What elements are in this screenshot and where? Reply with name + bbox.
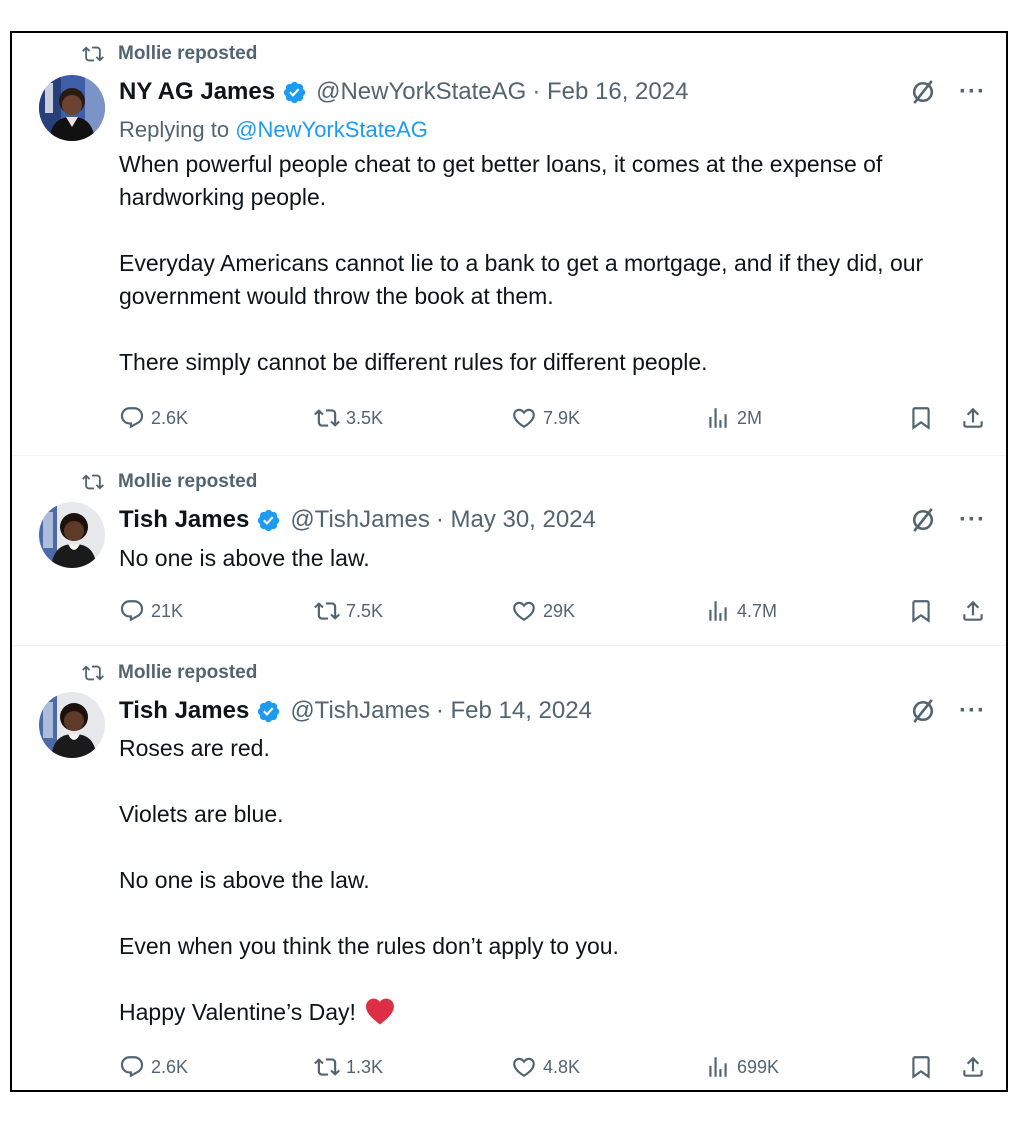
- more-icon[interactable]: ···: [959, 80, 986, 104]
- reply-button[interactable]: 21K: [119, 598, 183, 624]
- avatar[interactable]: [39, 692, 105, 758]
- like-button[interactable]: 4.8K: [511, 1054, 580, 1080]
- repost-icon: [314, 405, 340, 431]
- action-bar: 2.6K 3.5K 7.9K 2M: [119, 403, 986, 433]
- tweet-paragraph: No one is above the law.: [119, 545, 370, 571]
- reply-button[interactable]: 2.6K: [119, 405, 188, 431]
- repost-icon: [314, 1054, 340, 1080]
- repost-count: 7.5K: [346, 600, 384, 621]
- tweet-paragraph: When powerful people cheat to get better…: [119, 151, 883, 210]
- tweet-header: Tish James @TishJames · Feb 14, 2024 ···: [119, 694, 986, 728]
- views-icon: [705, 1054, 731, 1080]
- like-count: 7.9K: [543, 407, 581, 428]
- tweet[interactable]: Mollie reposted Tish James @TishJames · …: [12, 645, 1006, 1092]
- view-count: 4.7M: [737, 600, 778, 621]
- tweet-header: NY AG James @NewYorkStateAG · Feb 16, 20…: [119, 75, 986, 109]
- tweet-text: No one is above the law.: [119, 542, 976, 575]
- tweet-paragraph: There simply cannot be different rules f…: [119, 349, 708, 375]
- reply-icon: [119, 1054, 145, 1080]
- like-count: 29K: [543, 600, 576, 621]
- repost-icon: [314, 598, 340, 624]
- repost-indicator: Mollie reposted: [82, 470, 257, 494]
- repost-button[interactable]: 1.3K: [314, 1054, 383, 1080]
- tweet-paragraph: Violets are blue.: [119, 801, 284, 827]
- reply-count: 21K: [151, 600, 184, 621]
- repost-button[interactable]: 3.5K: [314, 405, 383, 431]
- reply-icon: [119, 598, 145, 624]
- action-bar: 21K 7.5K 29K 4.7M: [119, 596, 986, 626]
- more-icon[interactable]: ···: [959, 699, 986, 723]
- author-name[interactable]: NY AG James: [119, 78, 275, 106]
- red-heart-emoji-icon: [366, 998, 395, 1025]
- like-button[interactable]: 29K: [511, 598, 575, 624]
- replying-handle-link[interactable]: @NewYorkStateAG: [235, 117, 428, 142]
- avatar[interactable]: [39, 502, 105, 568]
- author-name[interactable]: Tish James: [119, 506, 249, 534]
- like-button[interactable]: 7.9K: [511, 405, 580, 431]
- author-handle[interactable]: @NewYorkStateAG: [316, 78, 526, 106]
- grok-icon[interactable]: [909, 697, 937, 725]
- verified-badge-icon[interactable]: [282, 80, 307, 105]
- repost-icon: [82, 471, 104, 493]
- share-icon[interactable]: [960, 405, 986, 431]
- verified-badge-icon[interactable]: [256, 699, 281, 724]
- avatar[interactable]: [39, 75, 105, 141]
- action-bar: 2.6K 1.3K 4.8K 699K: [119, 1052, 986, 1082]
- views-button[interactable]: 699K: [705, 1054, 779, 1080]
- tweet-date[interactable]: · May 30, 2024: [436, 506, 596, 534]
- verified-badge-icon[interactable]: [256, 508, 281, 533]
- repost-button[interactable]: 7.5K: [314, 598, 383, 624]
- repost-indicator: Mollie reposted: [82, 42, 257, 66]
- tweet[interactable]: Mollie reposted NY AG James @NewYorkStat…: [12, 33, 1006, 455]
- reply-button[interactable]: 2.6K: [119, 1054, 188, 1080]
- repost-label: Mollie reposted: [118, 43, 258, 64]
- like-count: 4.8K: [543, 1056, 581, 1077]
- repost-icon: [82, 662, 104, 684]
- replying-to: Replying to @NewYorkStateAG: [119, 117, 428, 143]
- grok-icon[interactable]: [909, 506, 937, 534]
- share-icon[interactable]: [960, 598, 986, 624]
- repost-icon: [82, 43, 104, 65]
- views-icon: [705, 405, 731, 431]
- author-handle[interactable]: @TishJames: [290, 506, 430, 534]
- heart-icon: [511, 1054, 537, 1080]
- tweet-paragraph: Everyday Americans cannot lie to a bank …: [119, 250, 924, 309]
- share-icon[interactable]: [960, 1054, 986, 1080]
- repost-indicator: Mollie reposted: [82, 661, 257, 685]
- views-button[interactable]: 2M: [705, 405, 762, 431]
- views-button[interactable]: 4.7M: [705, 598, 777, 624]
- tweet-date[interactable]: · Feb 16, 2024: [532, 78, 688, 106]
- reply-count: 2.6K: [151, 407, 189, 428]
- view-count: 2M: [737, 407, 763, 428]
- replying-prefix: Replying to: [119, 117, 230, 142]
- more-icon[interactable]: ···: [959, 508, 986, 532]
- tweet-date[interactable]: · Feb 14, 2024: [436, 697, 592, 725]
- repost-label: Mollie reposted: [118, 662, 258, 683]
- grok-icon[interactable]: [909, 78, 937, 106]
- tweet-paragraph: Roses are red.: [119, 735, 270, 761]
- tweet-paragraph-last: Happy Valentine’s Day!: [119, 996, 976, 1029]
- bookmark-icon[interactable]: [908, 598, 934, 624]
- view-count: 699K: [737, 1056, 780, 1077]
- tweet[interactable]: Mollie reposted Tish James @TishJames · …: [12, 455, 1006, 646]
- tweet-paragraph: No one is above the law.: [119, 867, 370, 893]
- author-handle[interactable]: @TishJames: [290, 697, 430, 725]
- heart-icon: [511, 405, 537, 431]
- heart-icon: [511, 598, 537, 624]
- repost-count: 3.5K: [346, 407, 384, 428]
- tweet-text: Roses are red. Violets are blue. No one …: [119, 732, 976, 1029]
- tweet-paragraph: Happy Valentine’s Day!: [119, 999, 356, 1025]
- repost-label: Mollie reposted: [118, 471, 258, 492]
- tweet-text: When powerful people cheat to get better…: [119, 148, 976, 379]
- author-name[interactable]: Tish James: [119, 697, 249, 725]
- views-icon: [705, 598, 731, 624]
- reply-count: 2.6K: [151, 1056, 189, 1077]
- bookmark-icon[interactable]: [908, 405, 934, 431]
- timeline: Mollie reposted NY AG James @NewYorkStat…: [10, 31, 1008, 1092]
- tweet-paragraph: Even when you think the rules don’t appl…: [119, 933, 619, 959]
- tweet-header: Tish James @TishJames · May 30, 2024 ···: [119, 503, 986, 537]
- bookmark-icon[interactable]: [908, 1054, 934, 1080]
- reply-icon: [119, 405, 145, 431]
- repost-count: 1.3K: [346, 1056, 384, 1077]
